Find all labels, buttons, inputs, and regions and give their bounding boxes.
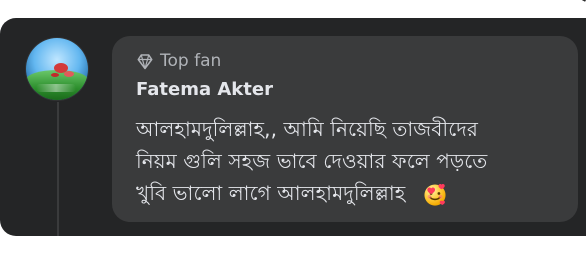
- top-fan-badge: Top fan: [136, 51, 221, 71]
- avatar-flower: [54, 63, 68, 73]
- comment-line-3-text: খুবি ভালো লাগে আলহামদুলিল্লাহ: [136, 181, 406, 205]
- gem-icon: [137, 54, 153, 70]
- avatar-decoration: [36, 84, 76, 92]
- avatar[interactable]: [26, 38, 88, 100]
- author-name[interactable]: Fatema Akter: [136, 79, 273, 101]
- comment-line-1: আলহামদুলিল্লাহ,, আমি নিয়েছি তাজবীদের: [136, 117, 478, 141]
- smiling-face-with-hearts-emoji: [422, 182, 448, 208]
- comment-text: আলহামদুলিল্লাহ,, আমি নিয়েছি তাজবীদের নি…: [136, 113, 566, 209]
- comment-line-3: খুবি ভালো লাগে আলহামদুলিল্লাহ: [136, 177, 566, 209]
- thread-line: [57, 102, 59, 236]
- comment-line-2: নিয়ম গুলি সহজ ভাবে দেওয়ার ফলে পড়তে: [136, 149, 488, 173]
- top-fan-label: Top fan: [160, 51, 222, 71]
